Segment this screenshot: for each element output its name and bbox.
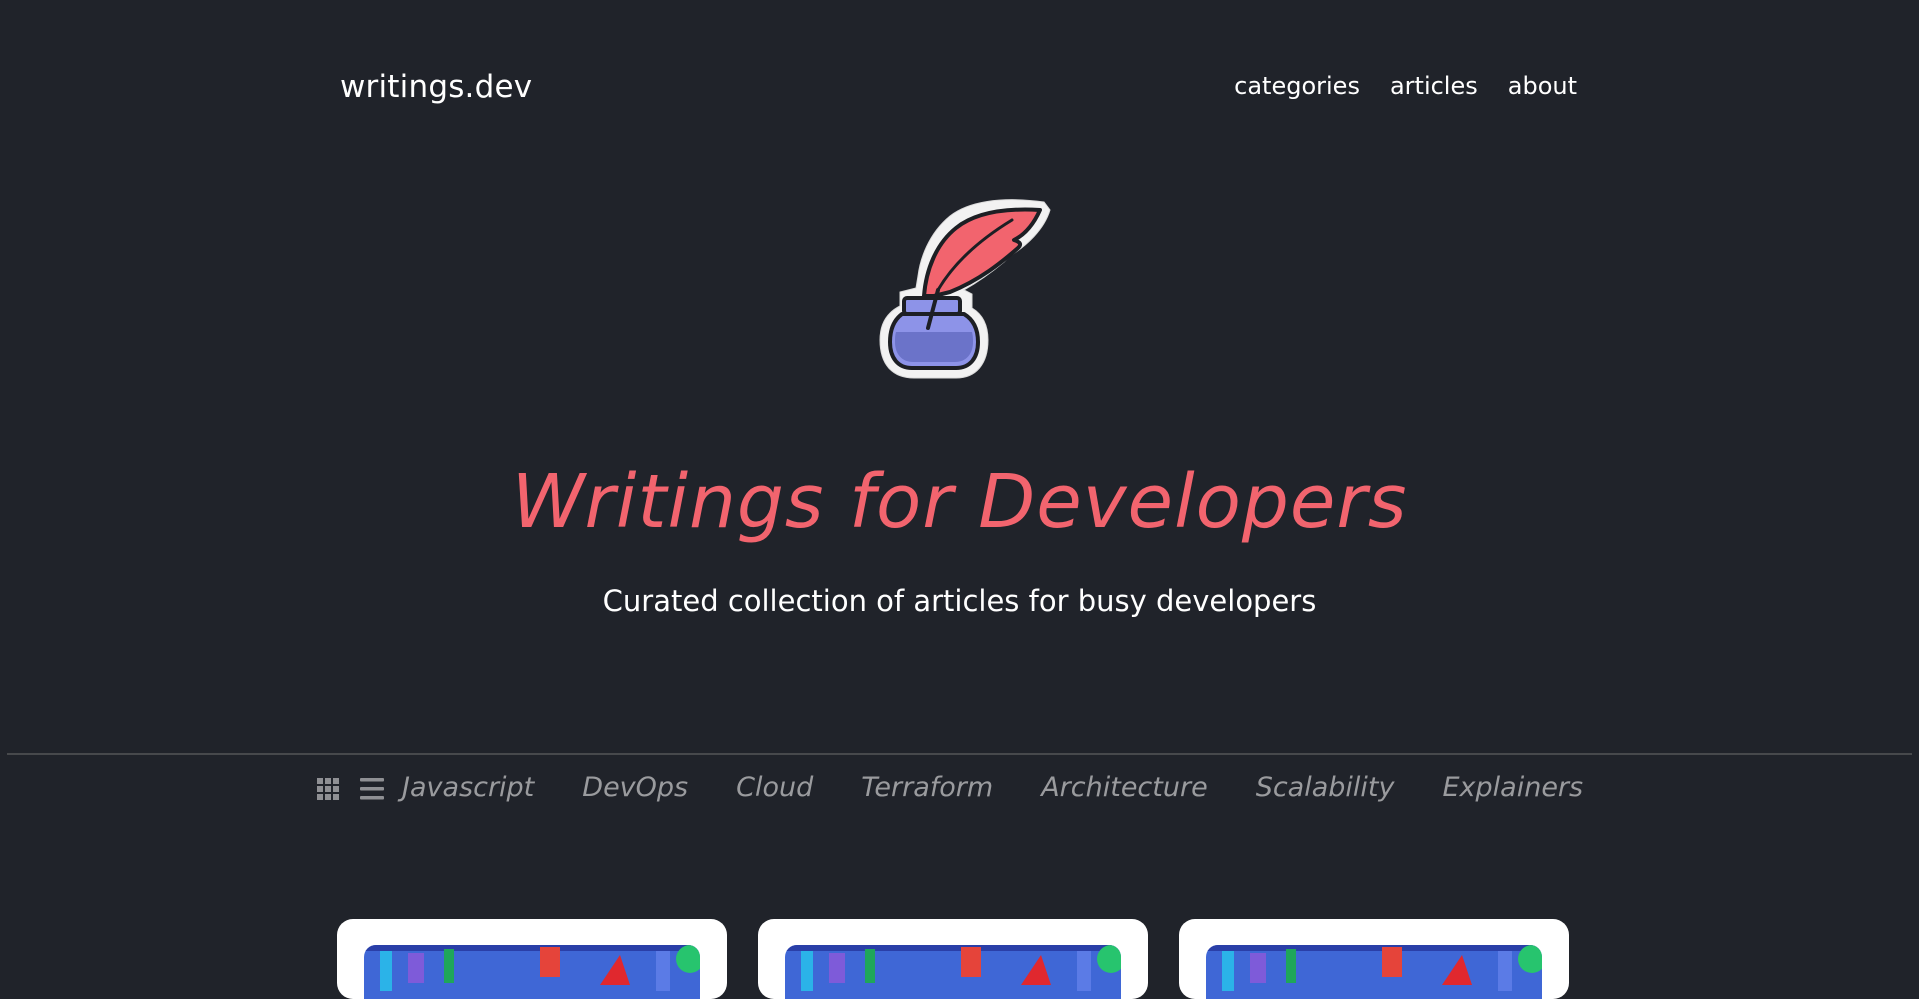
hero-subtitle: Curated collection of articles for busy …: [602, 584, 1317, 618]
article-card-image: [785, 945, 1121, 999]
quill-inkwell-icon: [872, 196, 1052, 382]
category-tab-devops[interactable]: DevOps: [582, 772, 688, 804]
grid-view-icon[interactable]: [316, 776, 340, 802]
view-toggle-group: [316, 776, 384, 802]
article-card[interactable]: [1179, 919, 1569, 999]
article-card-grid: [337, 919, 1569, 999]
article-card[interactable]: [758, 919, 1148, 999]
category-tabs: Javascript DevOps Cloud Terraform Archit…: [402, 772, 1583, 804]
category-tab-javascript[interactable]: Javascript: [402, 772, 534, 804]
hero-title: Writings for Developers: [511, 459, 1408, 545]
category-tab-cloud[interactable]: Cloud: [736, 772, 813, 804]
category-tab-architecture[interactable]: Architecture: [1041, 772, 1207, 804]
site-header: writings.dev categories articles about: [0, 0, 1919, 150]
category-bar: Javascript DevOps Cloud Terraform Archit…: [0, 768, 1919, 808]
site-brand-link[interactable]: writings.dev: [340, 72, 532, 103]
list-view-icon[interactable]: [360, 776, 384, 802]
category-tab-explainers[interactable]: Explainers: [1442, 772, 1583, 804]
category-tab-scalability[interactable]: Scalability: [1256, 772, 1395, 804]
category-tab-terraform[interactable]: Terraform: [861, 772, 993, 804]
nav-link-about[interactable]: about: [1508, 74, 1577, 98]
nav-link-articles[interactable]: articles: [1390, 74, 1478, 98]
main-nav: categories articles about: [1234, 74, 1577, 98]
section-divider: [7, 753, 1912, 755]
article-card-image: [1206, 945, 1542, 999]
article-card-image: [364, 945, 700, 999]
nav-link-categories[interactable]: categories: [1234, 74, 1360, 98]
article-card[interactable]: [337, 919, 727, 999]
